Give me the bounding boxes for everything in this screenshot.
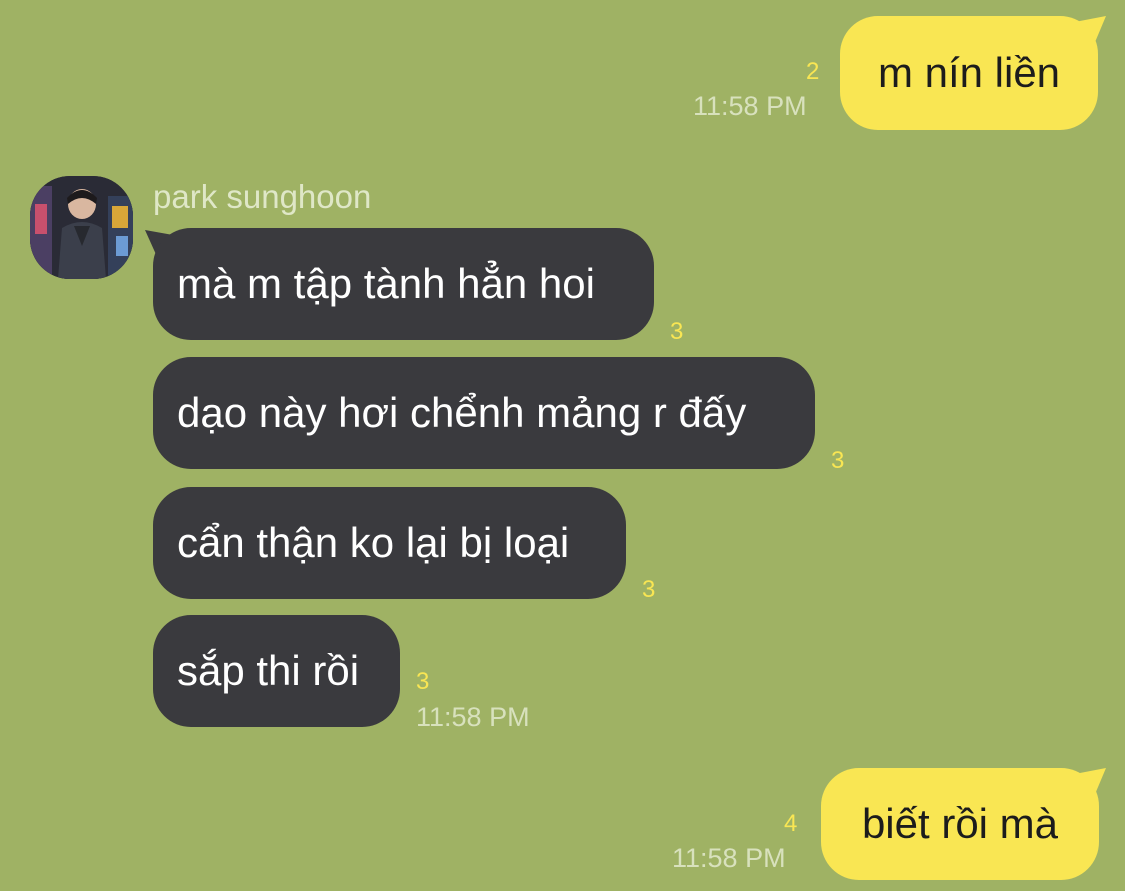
- message-text: cẩn thận ko lại bị loại: [177, 519, 570, 566]
- message-bubble-received[interactable]: cẩn thận ko lại bị loại: [153, 487, 626, 599]
- avatar[interactable]: [30, 176, 133, 279]
- read-count: 2: [806, 58, 820, 85]
- message-text: sắp thi rồi: [177, 647, 360, 694]
- message-bubble-received[interactable]: mà m tập tành hẳn hoi: [153, 228, 654, 340]
- message-text: biết rồi mà: [861, 800, 1059, 847]
- profile-photo-icon: [30, 176, 133, 279]
- message-time: 11:58 PM: [693, 91, 807, 121]
- message-time: 11:58 PM: [416, 702, 530, 732]
- message-text: m nín liền: [877, 49, 1061, 96]
- message-text: mà m tập tành hẳn hoi: [177, 260, 595, 307]
- message-bubble-received[interactable]: dạo này hơi chểnh mảng r đấy: [153, 357, 815, 469]
- read-count: 3: [642, 576, 656, 603]
- message-bubble-sent[interactable]: biết rồi mà: [821, 768, 1099, 880]
- read-count: 3: [670, 318, 684, 345]
- message-time: 11:58 PM: [672, 843, 786, 873]
- message-text: dạo này hơi chểnh mảng r đấy: [177, 389, 747, 436]
- read-count: 3: [416, 668, 430, 695]
- message-bubble-received[interactable]: sắp thi rồi: [153, 615, 400, 727]
- sender-name[interactable]: park sunghoon: [153, 180, 371, 213]
- read-count: 3: [831, 447, 845, 474]
- read-count: 4: [784, 810, 798, 837]
- message-bubble-sent[interactable]: m nín liền: [840, 16, 1098, 130]
